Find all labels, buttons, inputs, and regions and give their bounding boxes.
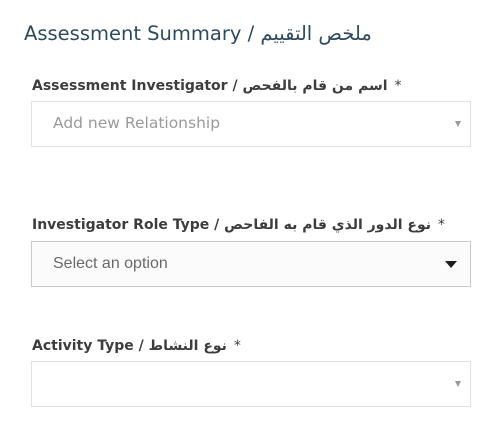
investigator-role-type-label: Investigator Role Type / نوع الدور الذي …: [32, 217, 445, 233]
assessment-investigator-label: Assessment Investigator / اسم من قام بال…: [32, 78, 401, 94]
chevron-down-icon[interactable]: [455, 121, 461, 127]
assessment-investigator-value: Add new Relationship: [53, 114, 221, 132]
chevron-down-icon[interactable]: [445, 261, 457, 268]
required-mark: *: [233, 338, 241, 354]
investigator-role-type-label-text: Investigator Role Type / نوع الدور الذي …: [32, 217, 431, 233]
investigator-role-type-value: Select an option: [53, 255, 168, 272]
required-mark: *: [394, 78, 402, 94]
assessment-investigator-select[interactable]: Add new Relationship: [31, 101, 471, 147]
required-mark: *: [437, 217, 445, 233]
chevron-down-icon[interactable]: [455, 381, 461, 387]
investigator-role-type-select[interactable]: Select an option: [31, 241, 471, 287]
assessment-investigator-label-text: Assessment Investigator / اسم من قام بال…: [32, 78, 388, 94]
activity-type-label-text: Activity Type / نوع النشاط: [32, 338, 227, 354]
activity-type-label: Activity Type / نوع النشاط *: [32, 338, 241, 354]
section-title: Assessment Summary / ملخص التقييم: [24, 22, 372, 45]
activity-type-select[interactable]: [31, 361, 471, 407]
